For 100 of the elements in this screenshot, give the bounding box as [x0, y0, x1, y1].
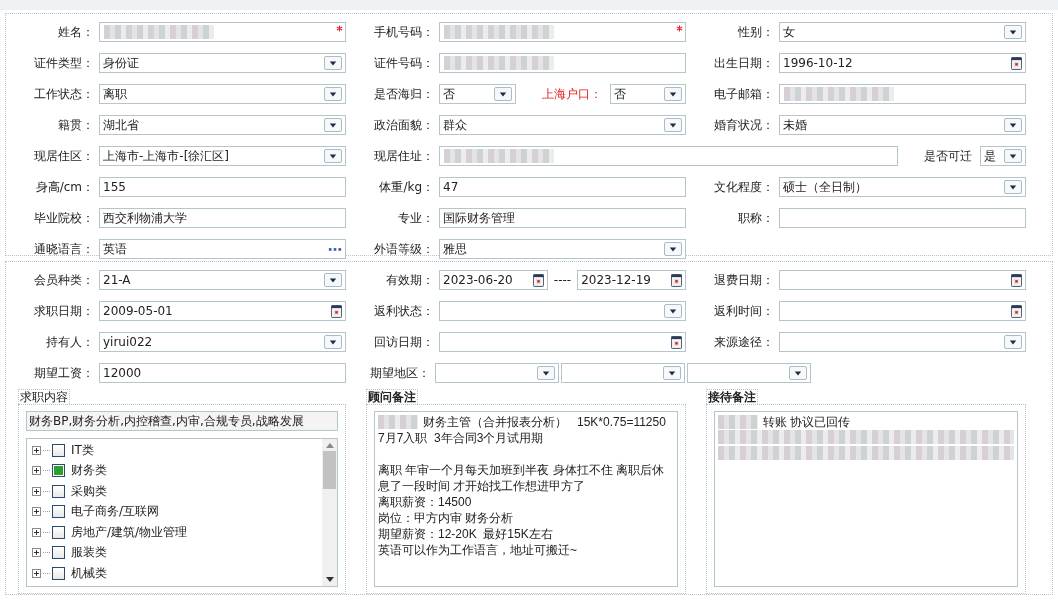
dropdown-field[interactable]: 否	[609, 84, 686, 104]
dropdown-field[interactable]: 是	[980, 146, 1026, 166]
checkbox[interactable]	[52, 566, 65, 580]
scroll-down-icon[interactable]	[325, 577, 334, 582]
dropdown-field[interactable]: 离职	[99, 84, 346, 104]
checkbox[interactable]	[52, 546, 65, 560]
calendar-icon	[1011, 56, 1022, 70]
tree-item[interactable]: 采购类	[71, 482, 107, 500]
field-label: 通晓语言：	[33, 240, 94, 258]
scrollbar-thumb[interactable]	[323, 451, 336, 489]
field-label: 求职日期：	[33, 302, 94, 320]
picker-field[interactable]: 英语	[99, 239, 346, 259]
dropdown-field[interactable]	[779, 332, 1026, 352]
notes-textarea[interactable]: 财务主管（合并报表分析） 15K*0.75=11250 7月7入职 3年合同3个月试用期 离职 年审一个月每天加班到半夜 身体扛不住 离职后休息了一段时间 才开始找工作想进甲方了 离职薪资：14500 岗位：甲方内审 财务分析 期望薪资：12-20K 最好15K左右 英语可以作为工作语言，地址可搬迁~	[374, 411, 678, 587]
dropdown-field[interactable]: 21-A	[99, 270, 346, 290]
field-label: 婚育状况：	[713, 116, 774, 134]
caret-icon	[324, 273, 342, 287]
caret-icon	[1004, 25, 1022, 39]
field-label: 有效期：	[385, 271, 434, 289]
tree-item[interactable]: 机械类	[71, 564, 107, 582]
caret-icon	[1004, 335, 1022, 349]
scroll-up-icon[interactable]	[325, 443, 334, 448]
caret-icon	[537, 366, 555, 380]
tree-item[interactable]: 财务类	[71, 462, 107, 480]
field-label: 文化程度：	[713, 178, 774, 196]
calendar-icon	[671, 273, 682, 287]
field-label: 姓名：	[57, 23, 94, 41]
tree-item[interactable]: 房地产/建筑/物业管理	[71, 523, 188, 541]
summary-field[interactable]: 财务BP,财务分析,内控稽查,内审,合规专员,战略发展	[26, 411, 338, 431]
text-field[interactable]	[439, 146, 898, 166]
caret-icon	[1004, 118, 1022, 132]
group-title: 接待备注	[706, 389, 758, 404]
dropdown-field[interactable]	[439, 301, 686, 321]
checkbox[interactable]	[52, 484, 65, 498]
note-text: 期望薪资：12-20K 最好15K左右	[378, 526, 554, 542]
field-label: 证件类型：	[33, 54, 94, 72]
dropdown-field[interactable]: 群众	[439, 115, 686, 135]
field-label: 政治面貌：	[373, 116, 434, 134]
group-title: 顾问备注	[366, 389, 418, 404]
date-field[interactable]: 2023-06-20	[439, 270, 548, 290]
text-field[interactable]: 西交利物浦大学	[99, 208, 346, 228]
text-field[interactable]: 12000	[99, 363, 346, 383]
checkbox[interactable]	[52, 443, 65, 457]
field-label: 专业：	[397, 209, 434, 227]
dropdown-field[interactable]: 女	[779, 22, 1026, 42]
caret-icon	[493, 87, 512, 101]
field-label: 是否海归：	[373, 85, 434, 103]
caret-icon	[324, 149, 342, 163]
checkbox[interactable]	[52, 505, 65, 519]
dropdown-field[interactable]: 身份证	[99, 53, 346, 73]
dropdown-field[interactable]: 雅思	[439, 239, 686, 259]
tree-item[interactable]: 服装类	[71, 544, 107, 562]
text-field[interactable]	[779, 84, 1026, 104]
expander-icon[interactable]	[32, 568, 41, 578]
date-field[interactable]: 2009-05-01	[99, 301, 346, 321]
expander-icon[interactable]	[32, 466, 41, 476]
expander-icon[interactable]	[32, 445, 41, 455]
dropdown-field[interactable]	[561, 363, 685, 383]
date-field[interactable]	[779, 270, 1026, 290]
tree-item[interactable]: IT类	[71, 441, 94, 459]
text-field[interactable]	[99, 22, 346, 42]
field-label: 电子邮箱：	[713, 85, 774, 103]
notes-textarea[interactable]: 转账 协议已回传	[714, 411, 1018, 587]
text-field[interactable]: 47	[439, 177, 686, 197]
expander-icon[interactable]	[32, 527, 41, 537]
field-label: 工作状态：	[33, 85, 94, 103]
caret-icon	[324, 87, 342, 101]
date-field[interactable]: 1996-10-12	[779, 53, 1026, 73]
caret-icon	[324, 56, 342, 70]
field-label: 手机号码：	[373, 23, 434, 41]
caret-icon	[1004, 149, 1022, 163]
date-field[interactable]	[439, 332, 686, 352]
dropdown-field[interactable]: yirui022	[99, 332, 346, 352]
text-field[interactable]	[779, 208, 1026, 228]
caret-icon	[664, 304, 682, 318]
dropdown-field[interactable]: 未婚	[779, 115, 1026, 135]
field-label: 出生日期：	[713, 54, 774, 72]
dropdown-field[interactable]: 上海市-上海市-[徐汇区]	[99, 146, 346, 166]
expander-icon[interactable]	[32, 486, 41, 496]
date-field[interactable]	[779, 301, 1026, 321]
text-field[interactable]	[439, 53, 686, 73]
checkbox[interactable]	[52, 525, 65, 539]
dropdown-field[interactable]: 湖北省	[99, 115, 346, 135]
text-field[interactable]	[439, 22, 686, 42]
expander-icon[interactable]	[32, 548, 41, 558]
scrollbar[interactable]	[322, 439, 337, 586]
text-field[interactable]: 155	[99, 177, 346, 197]
dropdown-field[interactable]: 否	[439, 84, 516, 104]
field-label: 性别：	[737, 23, 774, 41]
note-text: 离职 年审一个月每天加班到半夜 身体扛不住 离职后休息了一段时间 才开始找工作想进甲方了	[378, 462, 665, 494]
dropdown-field[interactable]: 硕士（全日制）	[779, 177, 1026, 197]
tree-item[interactable]: 电子商务/互联网	[71, 503, 160, 521]
caret-icon	[324, 335, 342, 349]
dropdown-field[interactable]	[687, 363, 811, 383]
dropdown-field[interactable]	[435, 363, 559, 383]
checkbox[interactable]	[52, 464, 65, 478]
date-field[interactable]: 2023-12-19	[577, 270, 686, 290]
calendar-icon	[1011, 273, 1022, 287]
expander-icon[interactable]	[32, 507, 41, 517]
text-field[interactable]: 国际财务管理	[439, 208, 686, 228]
